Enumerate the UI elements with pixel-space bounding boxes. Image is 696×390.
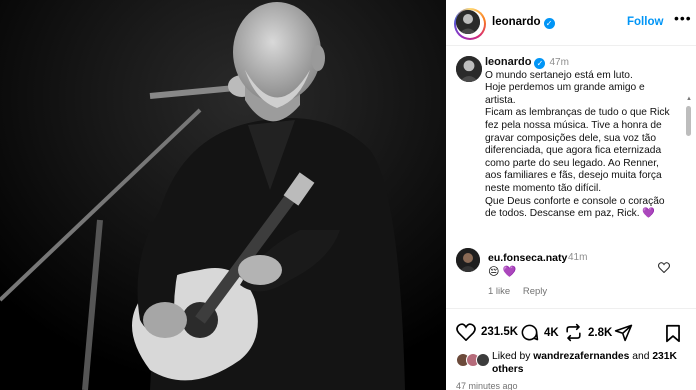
post-photo-image — [0, 0, 446, 390]
post-time-ago[interactable]: 47 minutes ago — [456, 381, 518, 390]
repost-icon[interactable] — [564, 323, 583, 342]
like-action[interactable]: 231.5K — [456, 323, 518, 341]
comment-like-heart-icon[interactable] — [657, 262, 671, 276]
caption-author-avatar[interactable] — [456, 56, 482, 82]
comment-time: 41m — [568, 252, 588, 263]
scrollbar-up-arrow[interactable]: ▲ — [686, 96, 692, 102]
caption-line: O mundo sertanejo está em luto. — [485, 69, 633, 81]
caption-line: gravar composições dele, sua voz tão — [485, 132, 657, 144]
caption-line: Ficam as lembranças de tudo o que Rick — [485, 107, 670, 119]
comment-likes-count[interactable]: 1 like — [488, 286, 510, 297]
caption-line: neste momento tão difícil. — [485, 182, 602, 194]
caption-line: como parte do seu legado. Ao Renner, — [485, 157, 659, 169]
caption-line: de todos. Descanse em paz, Rick. 💜 — [485, 208, 656, 220]
comments-scrollbar[interactable] — [686, 106, 691, 136]
caption-line: aos familiares e fãs, desejo muita força — [485, 170, 662, 182]
liked-by-text: Liked by wandrezafernandes and 231K — [492, 351, 677, 362]
liked-by-and: and — [632, 351, 650, 362]
caption-username[interactable]: leonardo — [485, 56, 531, 68]
post-header: leonardo ✓ Follow ••• — [446, 0, 696, 46]
like-count: 231.5K — [481, 326, 519, 338]
caption-line: fez pela nossa música. Tive a honra de — [485, 119, 662, 131]
post-actions-bar: 231.5K 4K 2.8K Liked by wandrezafernande… — [446, 308, 696, 390]
share-count: 2.8K — [588, 326, 613, 339]
verified-badge-icon: ✓ — [543, 18, 555, 29]
author-avatar-ring[interactable] — [454, 8, 486, 40]
comment-action[interactable]: 4K — [520, 323, 559, 342]
post-photo[interactable] — [0, 0, 446, 390]
post-sidebar: leonardo ✓ Follow ••• leonardo ✓ 47m O mund… — [446, 0, 696, 390]
post-caption: leonardo ✓ 47m O mundo sertanejo está em l… — [485, 56, 681, 221]
caption-line: Hoje perdemos um grande amigo e — [485, 82, 645, 94]
share-action[interactable] — [614, 323, 638, 342]
bookmark-icon[interactable] — [665, 324, 681, 348]
commenter-username[interactable]: eu.fonseca.naty — [488, 252, 567, 264]
liked-by-prefix: Liked by — [492, 351, 531, 362]
more-options-icon[interactable]: ••• — [674, 10, 692, 26]
liked-by-count[interactable]: 231K — [652, 351, 677, 362]
commenter-avatar[interactable] — [456, 248, 480, 272]
repost-action[interactable]: 2.8K — [564, 323, 612, 342]
comment-reply-button[interactable]: Reply — [523, 286, 547, 297]
comment-count: 4K — [544, 326, 559, 339]
comment-text: 😔 💜 — [488, 266, 517, 278]
liked-by-others[interactable]: others — [492, 364, 523, 375]
comments-section[interactable]: leonardo ✓ 47m O mundo sertanejo está em l… — [446, 46, 696, 308]
caption-line: diferenciada, que agora fica eternizada — [485, 145, 662, 157]
caption-time: 47m — [549, 57, 569, 68]
heart-icon[interactable] — [456, 323, 476, 341]
comment-item: eu.fonseca.naty 41m 😔 💜 1 like Reply — [446, 248, 696, 308]
author-username-text[interactable]: leonardo — [492, 16, 541, 28]
caption-line: Que Deus conforte e console o coração — [485, 195, 665, 207]
author-username[interactable]: leonardo ✓ — [492, 16, 555, 29]
follow-button[interactable]: Follow — [627, 16, 663, 28]
liked-by-user[interactable]: wandrezafernandes — [533, 351, 629, 362]
caption-line: artista. — [485, 94, 516, 106]
verified-badge-icon: ✓ — [534, 58, 546, 69]
author-avatar[interactable] — [456, 10, 480, 34]
share-icon[interactable] — [614, 323, 633, 342]
comment-icon[interactable] — [520, 323, 539, 342]
liker-avatar[interactable] — [476, 353, 490, 367]
